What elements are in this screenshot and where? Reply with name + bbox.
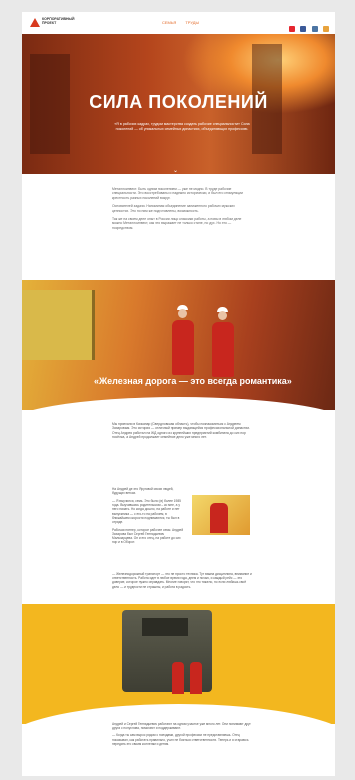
rail-quote: «Железная дорога — это всегда романтика» — [94, 376, 292, 386]
worker-head — [218, 311, 227, 320]
ok-icon[interactable] — [323, 26, 329, 32]
story-paragraph: — Я выучился, семь. Это было (в) более 1… — [112, 498, 181, 524]
story-paragraph: Андрей и Сергей Геннадьевич работают на … — [112, 722, 251, 731]
hero-section: СИЛА ПОКОЛЕНИЙ «Я в рабочих кадрах, труд… — [22, 34, 335, 174]
header-bar: КОРПОРАТИВНЫЙ ПРОЕКТ СЕМЬЯ ТРУДЫ — [22, 12, 335, 34]
facebook-icon[interactable] — [300, 26, 307, 32]
worker-figure — [172, 662, 184, 694]
story-lead: Мы приехали в Качканар (Свердловская обл… — [112, 422, 250, 439]
nav-item-work[interactable]: ТРУДЫ — [185, 20, 199, 25]
intro-paragraph: Металлоинвест. Быть одним поколением — у… — [112, 187, 243, 200]
hero-title: СИЛА ПОКОЛЕНИЙ — [89, 92, 268, 112]
rail-curve — [22, 397, 335, 410]
worker-figure — [190, 662, 202, 694]
locomotive-curve — [22, 704, 335, 724]
worker-photo — [192, 495, 250, 535]
intro-paragraph: Основателей задачи. Напоминая обьединени… — [112, 204, 235, 213]
hero-subtitle: «Я в рабочих кадрах, трудом мастерства с… — [114, 122, 250, 131]
story-more: — Железнодорожный транспорт — это не про… — [112, 572, 252, 589]
story-paragraph: Рабочая пятнер, которое рабочее семь: Ан… — [112, 527, 184, 545]
logo-icon — [30, 18, 40, 27]
social-icon-1[interactable] — [288, 26, 295, 32]
intro-text: Металлоинвест. Быть одним поколением — у… — [112, 187, 252, 234]
story-closing: Андрей и Сергей Геннадьевич работают на … — [112, 722, 252, 749]
worker-figure — [212, 322, 234, 377]
intro-paragraph: Так же на своем деле опыт в России лицо … — [112, 217, 242, 230]
scroll-down-icon[interactable]: ⌄ — [173, 167, 178, 174]
story-paragraph: — Когда ты сам вырос рядом с поездами, д… — [112, 733, 249, 746]
train-car — [22, 290, 95, 360]
brand-name: КОРПОРАТИВНЫЙ ПРОЕКТ — [42, 17, 75, 25]
vk-icon[interactable] — [311, 26, 318, 32]
top-nav: СЕМЬЯ ТРУДЫ — [162, 20, 207, 25]
worker-figure — [172, 320, 194, 375]
brand-logo[interactable]: КОРПОРАТИВНЫЙ ПРОЕКТ — [30, 17, 76, 28]
locomotive-banner — [22, 604, 335, 724]
railway-banner: «Железная дорога — это всегда романтика» — [22, 280, 335, 410]
nav-item-family[interactable]: СЕМЬЯ — [162, 20, 176, 25]
story-column: На Андрей де это Яруговой своих людей, б… — [112, 487, 184, 548]
page-container: КОРПОРАТИВНЫЙ ПРОЕКТ СЕМЬЯ ТРУДЫ СИЛА ПО… — [22, 12, 335, 776]
worker-head — [178, 309, 187, 318]
worker-figure — [210, 503, 228, 533]
locomotive-window — [142, 618, 188, 636]
story-paragraph: На Андрей де это Яруговой своих людей, б… — [112, 487, 174, 496]
